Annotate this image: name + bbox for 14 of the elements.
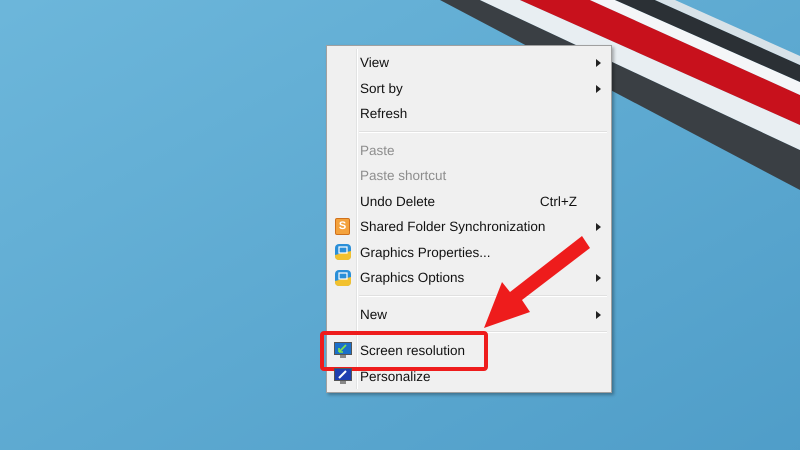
menu-item[interactable]: View (329, 50, 609, 76)
menu-item[interactable]: Refresh (329, 101, 609, 126)
menu-item[interactable]: Sort by (329, 76, 609, 101)
menu-item[interactable]: Personalize (329, 364, 609, 389)
menu-item[interactable]: New (329, 302, 609, 327)
graphics-icon (334, 268, 352, 287)
monitor-icon (334, 368, 352, 385)
graphics-icon (334, 243, 352, 262)
folder-sync-icon: S (335, 218, 350, 236)
menu-item[interactable]: Graphics Properties... (329, 240, 609, 265)
monitor-icon (334, 342, 352, 360)
menu-item[interactable]: S Shared Folder Synchronization (329, 214, 609, 240)
menu-item[interactable]: Undo Delete Ctrl+Z (329, 188, 609, 214)
menu-item[interactable]: Screen resolution (329, 338, 609, 364)
